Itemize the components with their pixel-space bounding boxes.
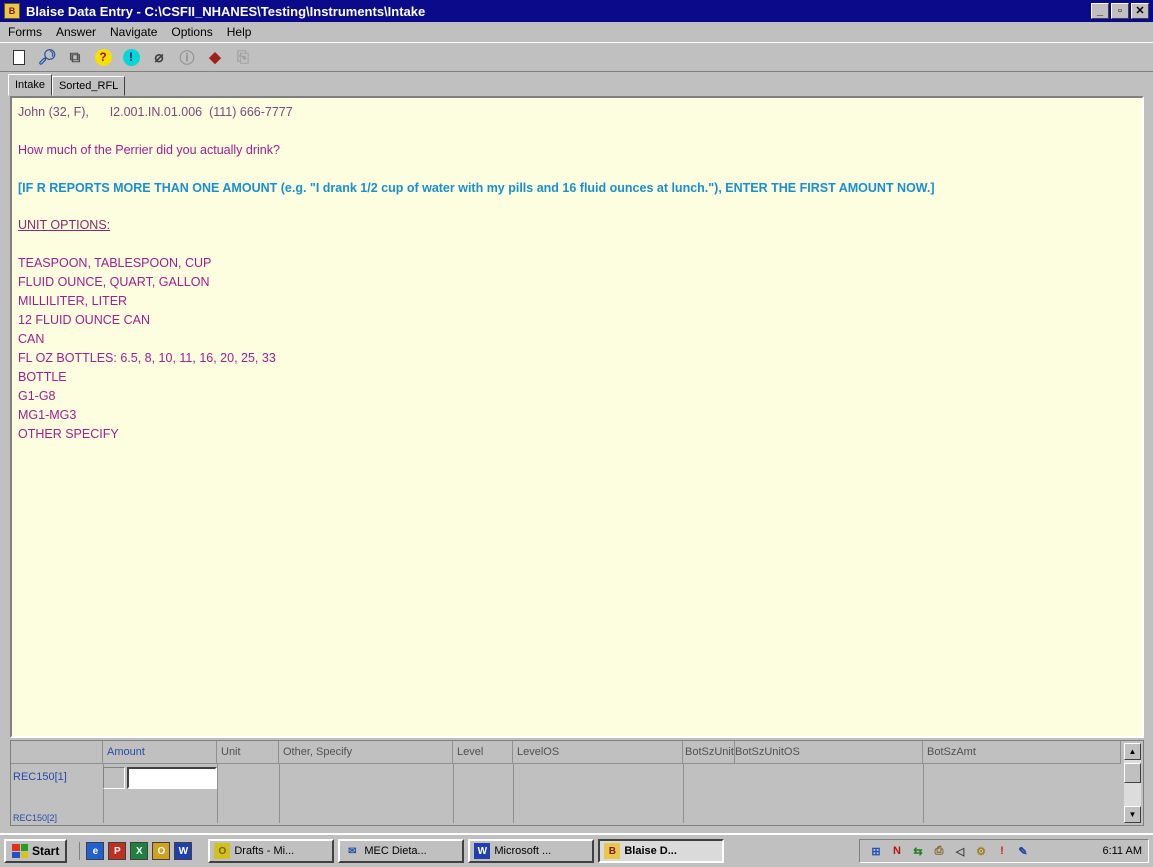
column-levelos[interactable]: LevelOS [513, 741, 683, 763]
column-other-specify[interactable]: Other, Specify [279, 741, 453, 763]
network-icon[interactable]: ⊞ [868, 843, 884, 859]
blaise-app-icon: B [604, 843, 621, 859]
minimize-icon[interactable]: _ [1091, 3, 1109, 19]
new-form-icon[interactable] [8, 46, 30, 68]
unit-option: OTHER SPECIFY [18, 427, 119, 441]
grid-divider [923, 763, 924, 823]
watch-icon[interactable]: ◆ [204, 46, 226, 68]
attach-icon[interactable]: ⌀ [148, 46, 170, 68]
title-bar: B Blaise Data Entry - C:\CSFII_NHANES\Te… [0, 0, 1153, 22]
scroll-down-icon[interactable]: ▼ [1124, 806, 1141, 823]
column-level[interactable]: Level [453, 741, 513, 763]
grid-divider [453, 763, 454, 823]
task-label: Drafts - Mi... [234, 845, 295, 857]
close-icon[interactable]: ✕ [1131, 3, 1149, 19]
unit-options-heading: UNIT OPTIONS: [18, 218, 111, 232]
unit-option: BOTTLE [18, 370, 67, 384]
start-button[interactable]: Start [4, 839, 68, 863]
system-tray: ⊞ N ⇆ ⎙ ◁ ⚙ ! ✎ 6:11 AM [859, 839, 1149, 863]
task-drafts[interactable]: O Drafts - Mi... [208, 839, 335, 863]
tab-sorted-rfl[interactable]: Sorted_RFL [51, 76, 126, 96]
amount-input[interactable] [127, 767, 217, 789]
unit-options-list: TEASPOON, TABLESPOON, CUP FLUID OUNCE, Q… [18, 254, 1136, 444]
antivirus-icon[interactable]: N [889, 843, 905, 859]
scheduler-icon[interactable]: ⚙ [973, 843, 989, 859]
task-microsoft-word[interactable]: W Microsoft ... [468, 839, 595, 863]
column-amount[interactable]: Amount [103, 741, 217, 763]
blaise-app-icon[interactable]: B [4, 3, 20, 19]
question-text: How much of the Perrier did you actually… [18, 143, 280, 157]
grid-header: Amount Unit Other, Specify Level LevelOS… [11, 741, 1121, 763]
sync-icon[interactable]: ⇆ [910, 843, 926, 859]
scroll-up-icon[interactable]: ▲ [1124, 743, 1141, 760]
unit-option: CAN [18, 332, 45, 346]
taskbar: Start e P X O W O Drafts - Mi... ✉ MEC D… [0, 833, 1153, 867]
maximize-icon[interactable]: ▫ [1111, 3, 1129, 19]
language-icon[interactable]: ✎ [1015, 843, 1031, 859]
outlook-icon: O [214, 843, 231, 859]
window-title: Blaise Data Entry - C:\CSFII_NHANES\Test… [26, 3, 426, 19]
mail-icon: ✉ [348, 845, 357, 857]
excel-icon[interactable]: X [130, 842, 149, 860]
task-mec-dietary[interactable]: ✉ MEC Dieta... [338, 839, 465, 863]
powerpoint-icon[interactable]: P [108, 842, 127, 860]
unit-option: G1-G8 [18, 389, 56, 403]
menu-options[interactable]: Options [171, 25, 212, 39]
grid-divider [279, 763, 280, 823]
help-icon[interactable]: ? [92, 46, 114, 68]
row-label[interactable]: REC150[2] [13, 813, 57, 823]
volume-icon[interactable]: ◁ [952, 843, 968, 859]
task-label: Microsoft ... [494, 845, 552, 857]
windows-logo-icon [12, 844, 28, 858]
grid-corner [11, 741, 103, 763]
unit-option: 12 FLUID OUNCE CAN [18, 313, 150, 327]
grid-divider [683, 763, 684, 823]
scroll-thumb[interactable] [1124, 763, 1141, 783]
grid-divider [217, 763, 218, 823]
unit-option: MILLILITER, LITER [18, 294, 128, 308]
column-botszamt[interactable]: BotSzAmt [923, 741, 1121, 763]
info-icon[interactable]: ! [120, 46, 142, 68]
start-label: Start [32, 844, 60, 858]
form-tabs: Intake Sorted_RFL [8, 74, 126, 96]
amount-checkbox[interactable] [103, 767, 125, 789]
task-blaise-data-entry[interactable]: B Blaise D... [598, 839, 725, 863]
unit-option: MG1-MG3 [18, 408, 77, 422]
alert-icon[interactable]: ! [994, 843, 1010, 859]
respondent-header: John (32, F), I2.001.IN.01.006 (111) 666… [18, 105, 293, 119]
answer-grid: Amount Unit Other, Specify Level LevelOS… [10, 740, 1144, 826]
menu-navigate[interactable]: Navigate [110, 25, 157, 39]
unit-option: FLUID OUNCE, QUART, GALLON [18, 275, 210, 289]
word-icon[interactable]: W [174, 842, 193, 860]
exit-icon[interactable]: ⎘ [232, 46, 254, 68]
quick-launch: e P X O W [79, 842, 193, 860]
column-unit[interactable]: Unit [217, 741, 279, 763]
unit-option: FL OZ BOTTLES: 6.5, 8, 10, 11, 16, 20, 2… [18, 351, 276, 365]
menu-help[interactable]: Help [227, 25, 252, 39]
copy-form-icon[interactable]: ⧉ [64, 46, 86, 68]
grid-divider [11, 763, 1121, 764]
grid-divider [513, 763, 514, 823]
task-label: Blaise D... [624, 845, 677, 857]
row-label[interactable]: REC150[1] [13, 771, 67, 783]
tab-intake[interactable]: Intake [8, 74, 52, 96]
menu-bar: Forms Answer Navigate Options Help [0, 22, 1153, 42]
column-botszunitos[interactable]: BotSzUnitOS [735, 741, 923, 763]
menu-answer[interactable]: Answer [56, 25, 96, 39]
unit-option: TEASPOON, TABLESPOON, CUP [18, 256, 212, 270]
outlook-icon[interactable]: O [152, 842, 171, 860]
toolbar: 🔎︎ ⧉ ? ! ⌀ ⓘ ◆ ⎘ [0, 42, 1153, 72]
search-form-icon[interactable]: 🔎︎ [36, 46, 58, 68]
column-botszunit[interactable]: BotSzUnit [683, 741, 735, 763]
interviewer-instruction: [IF R REPORTS MORE THAN ONE AMOUNT (e.g.… [18, 181, 935, 195]
grid-scrollbar[interactable]: ▲ ▼ [1124, 743, 1141, 823]
menu-forms[interactable]: Forms [8, 25, 42, 39]
word-icon: W [474, 843, 491, 859]
question-panel: John (32, F), I2.001.IN.01.006 (111) 666… [10, 96, 1144, 738]
clock[interactable]: 6:11 AM [1102, 845, 1142, 857]
remark-icon[interactable]: ⓘ [176, 46, 198, 68]
ie-icon[interactable]: e [86, 842, 105, 860]
task-label: MEC Dieta... [364, 845, 427, 857]
printer-icon[interactable]: ⎙ [931, 843, 947, 859]
